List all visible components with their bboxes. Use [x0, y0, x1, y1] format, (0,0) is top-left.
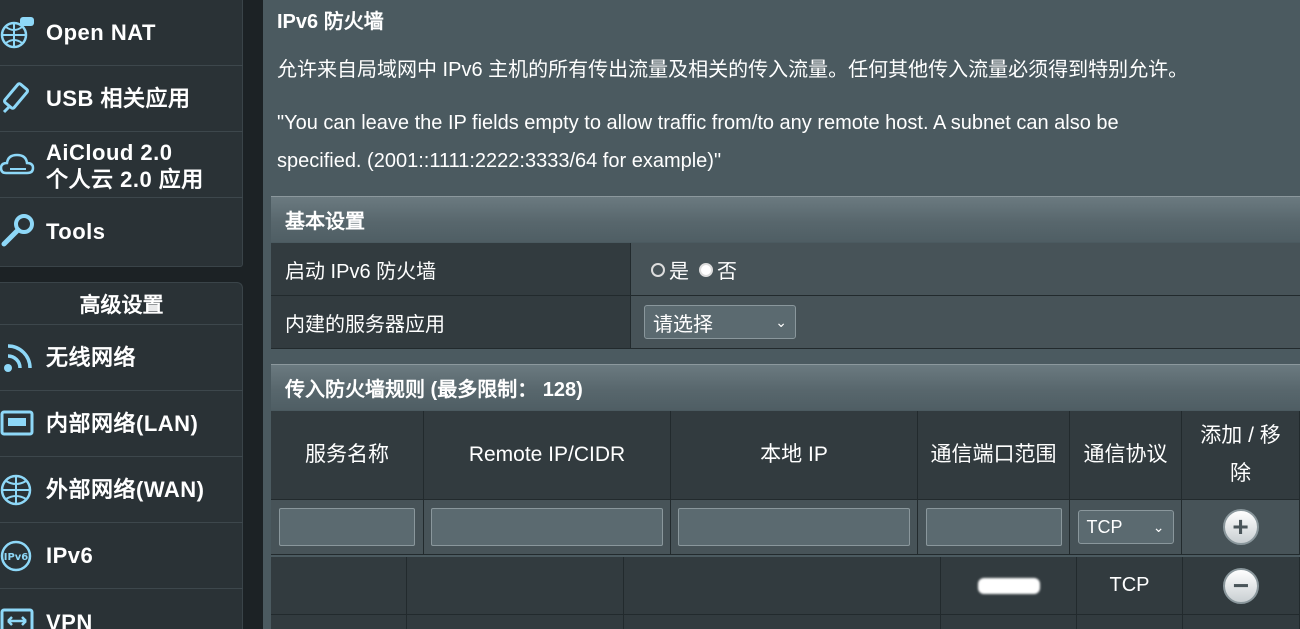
select-value: 请选择	[653, 313, 713, 336]
incoming-rules-header: 传入防火墙规则 (最多限制： 128)	[271, 364, 1300, 410]
hint-text-line2: specified. (2001::1111:2222:3333/64 for …	[277, 150, 722, 172]
vpn-icon	[0, 608, 34, 629]
hint-text-line1: "You can leave the IP fields empty to al…	[277, 112, 1119, 134]
rule-local-ip	[624, 557, 941, 615]
menu-label: AiCloud 2.0	[46, 140, 173, 165]
advanced-settings-header: 高级设置	[0, 283, 243, 325]
menu-label: IPv6	[46, 543, 94, 568]
menu-item-open-nat[interactable]: Open NAT	[0, 0, 243, 66]
lan-icon	[0, 410, 34, 436]
col-local-ip: 本地 IP	[671, 411, 918, 500]
menu-label: 内部网络(LAN)	[46, 411, 199, 436]
menu-item-wan[interactable]: 外部网络(WAN)	[0, 457, 243, 523]
local-ip-input[interactable]	[678, 508, 910, 546]
menu-item-vpn[interactable]: VPN	[0, 589, 243, 629]
chevron-down-icon: ⌄	[1152, 518, 1165, 535]
globe-gamepad-icon	[0, 17, 34, 49]
cloud-icon	[0, 153, 35, 175]
rule-service-name	[271, 557, 407, 615]
basic-settings-header: 基本设置	[271, 196, 1300, 242]
menu-label-line2: 个人云 2.0 应用	[46, 167, 204, 192]
menu-item-lan[interactable]: 内部网络(LAN)	[0, 391, 243, 457]
advanced-menu: 高级设置 无线网络 内部网络(LAN) 外部网络(WAN) IPv6 IPv6 …	[0, 282, 243, 629]
menu-item-ipv6[interactable]: IPv6 IPv6	[0, 523, 243, 589]
menu-label: USB 相关应用	[46, 86, 191, 111]
enable-firewall-label: 启动 IPv6 防火墙	[271, 243, 631, 295]
description-text: 允许来自局域网中 IPv6 主机的所有传出流量及相关的传入流量。任何其他传入流量…	[277, 59, 1189, 81]
table-row	[941, 615, 1077, 629]
menu-item-wireless[interactable]: 无线网络	[0, 325, 243, 391]
builtin-server-select[interactable]: 请选择 ⌄	[644, 305, 796, 339]
globe-icon	[0, 474, 32, 506]
builtin-server-label: 内建的服务器应用	[271, 296, 631, 348]
table-row	[1077, 615, 1183, 629]
col-port-range: 通信端口范围	[918, 411, 1070, 500]
radio-no[interactable]	[699, 263, 713, 277]
chevron-down-icon: ⌄	[775, 313, 787, 330]
menu-item-aicloud[interactable]: AiCloud 2.0 个人云 2.0 应用	[0, 132, 243, 198]
general-menu: Open NAT USB 相关应用 AiCloud 2.0 个人云 2.0 应用…	[0, 0, 243, 267]
menu-label: VPN	[46, 609, 93, 629]
radio-yes[interactable]	[651, 263, 665, 277]
redacted-port	[977, 577, 1040, 594]
table-row	[624, 615, 941, 629]
protocol-select[interactable]: TCP ⌄	[1077, 510, 1174, 544]
radio-no-label: 否	[717, 260, 737, 283]
col-add-remove: 添加 / 移除	[1182, 411, 1300, 500]
menu-item-usb[interactable]: USB 相关应用	[0, 66, 243, 132]
port-range-input[interactable]	[925, 508, 1062, 546]
left-sidebar: Open NAT USB 相关应用 AiCloud 2.0 个人云 2.0 应用…	[0, 0, 263, 629]
table-row	[1183, 615, 1300, 629]
usb-icon	[2, 82, 29, 114]
radio-yes-label: 是	[669, 260, 689, 283]
rule-port-range	[941, 557, 1077, 615]
rule-protocol: TCP	[1077, 557, 1183, 615]
rule-remote-ip	[407, 557, 624, 615]
remove-rule-button[interactable]: −	[1223, 567, 1259, 604]
svg-text:IPv6: IPv6	[4, 552, 29, 563]
col-protocol: 通信协议	[1070, 411, 1182, 500]
menu-label: Tools	[46, 218, 106, 244]
wireless-icon	[4, 344, 32, 372]
col-remote-ip: Remote IP/CIDR	[424, 411, 671, 500]
table-row	[407, 615, 624, 629]
remote-ip-input[interactable]	[431, 508, 663, 546]
table-row	[271, 615, 407, 629]
plus-icon: +	[1232, 511, 1249, 542]
page-title: IPv6 防火墙	[277, 11, 384, 33]
menu-label: 无线网络	[46, 345, 137, 370]
builtin-server-row: 内建的服务器应用 请选择 ⌄	[271, 296, 1300, 349]
col-service-name: 服务名称	[271, 411, 424, 500]
ipv6-icon: IPv6	[0, 540, 32, 572]
service-name-input[interactable]	[279, 508, 415, 546]
enable-firewall-row: 启动 IPv6 防火墙 是 否	[271, 243, 1300, 296]
menu-label: 外部网络(WAN)	[46, 477, 205, 502]
select-value: TCP	[1086, 516, 1123, 537]
wrench-icon	[1, 214, 34, 247]
menu-item-tools[interactable]: Tools	[0, 198, 243, 264]
minus-icon: −	[1232, 569, 1250, 601]
add-rule-button[interactable]: +	[1222, 509, 1259, 545]
main-content: IPv6 防火墙 允许来自局域网中 IPv6 主机的所有传出流量及相关的传入流量…	[263, 0, 1300, 629]
menu-label: Open NAT	[46, 20, 156, 45]
